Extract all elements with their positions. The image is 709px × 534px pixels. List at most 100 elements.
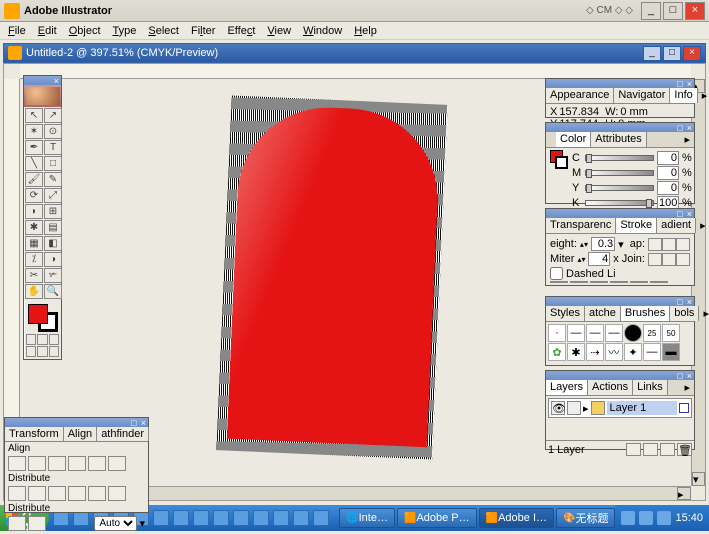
stroke-panel-menu-icon[interactable]: ▸ — [696, 218, 709, 233]
c-val[interactable]: 0 — [657, 151, 679, 165]
gradient-tool[interactable]: ◧ — [44, 236, 62, 251]
tray-icon[interactable] — [621, 511, 635, 525]
task-button[interactable]: 🟧 Adobe I… — [479, 508, 554, 528]
symbol-sprayer-tool[interactable]: ✱ — [25, 220, 43, 235]
layers-panel-menu-icon[interactable]: ▸ — [668, 380, 694, 395]
info-panel-close-icon[interactable]: × — [685, 79, 694, 88]
layer-row[interactable]: 👁 ▸ Layer 1 — [548, 398, 692, 418]
join-round-button[interactable] — [662, 253, 676, 266]
ql-icon[interactable] — [313, 510, 329, 526]
align-vcenter-button[interactable] — [88, 456, 106, 471]
doc-maximize-button[interactable]: □ — [663, 46, 681, 61]
free-transform-tool[interactable]: ⊞ — [44, 204, 62, 219]
dist-top-button[interactable] — [8, 486, 26, 501]
layer-name[interactable]: Layer 1 — [607, 401, 677, 415]
ql-icon[interactable] — [233, 510, 249, 526]
dist-vcenter-button[interactable] — [28, 486, 46, 501]
tab-actions[interactable]: Actions — [588, 380, 633, 395]
minimize-button[interactable]: _ — [641, 2, 661, 20]
tab-layers[interactable]: Layers — [546, 380, 588, 395]
color-panel-menu-icon[interactable]: ▸ — [647, 132, 694, 147]
align-top-button[interactable] — [68, 456, 86, 471]
ql-icon[interactable] — [253, 510, 269, 526]
tab-info[interactable]: Info — [670, 88, 697, 103]
visibility-icon[interactable]: 👁 — [551, 401, 565, 415]
new-sublayer-button[interactable] — [643, 443, 658, 456]
slider-c[interactable] — [585, 155, 654, 161]
direct-selection-tool[interactable]: ↗ — [44, 108, 62, 123]
dash1[interactable] — [550, 281, 568, 283]
dist-spacing-v-button[interactable] — [8, 516, 26, 531]
ql-icon[interactable] — [193, 510, 209, 526]
ql-icon[interactable] — [213, 510, 229, 526]
magic-wand-tool[interactable]: ✶ — [25, 124, 43, 139]
fill-swatch[interactable] — [28, 304, 48, 324]
tab-swatches[interactable]: atche — [585, 306, 621, 321]
tab-navigator[interactable]: Navigator — [614, 88, 670, 103]
rotate-tool[interactable]: ⟳ — [25, 188, 43, 203]
join-bevel-button[interactable] — [676, 253, 690, 266]
gap2[interactable] — [610, 281, 628, 283]
gap3[interactable] — [650, 281, 668, 283]
align-panel-close-icon[interactable]: × — [139, 418, 148, 427]
tab-links[interactable]: Links — [633, 380, 668, 395]
selection-tool[interactable]: ↖ — [25, 108, 43, 123]
tab-color[interactable]: Color — [556, 132, 591, 147]
dist-hcenter-button[interactable] — [88, 486, 106, 501]
dash3[interactable] — [630, 281, 648, 283]
styles-panel-menu-icon[interactable]: ▸ — [699, 306, 709, 321]
lasso-tool[interactable]: ⊙ — [44, 124, 62, 139]
doc-minimize-button[interactable]: _ — [643, 46, 661, 61]
warp-tool[interactable]: ◗ — [25, 204, 43, 219]
dash2[interactable] — [590, 281, 608, 283]
slice-tool[interactable]: ✂ — [25, 268, 43, 283]
screen-mode-2[interactable] — [37, 346, 47, 357]
align-left-button[interactable] — [8, 456, 26, 471]
dist-spacing-h-button[interactable] — [28, 516, 46, 531]
hand-tool[interactable]: ✋ — [25, 284, 43, 299]
dist-right-button[interactable] — [108, 486, 126, 501]
slider-m[interactable] — [585, 170, 654, 176]
color-fillstroke[interactable] — [550, 150, 568, 200]
tab-gradient[interactable]: adient — [657, 218, 696, 233]
close-button[interactable]: × — [685, 2, 705, 20]
eyedropper-tool[interactable]: ⁒ — [25, 252, 43, 267]
tab-align[interactable]: Align — [64, 427, 97, 441]
menu-window[interactable]: Window — [297, 24, 348, 38]
none-mode-button[interactable] — [49, 334, 59, 345]
task-button[interactable]: 🌐 Inte… — [339, 508, 395, 528]
canvas[interactable] — [164, 88, 474, 468]
stroke-panel-collapse-icon[interactable]: □ — [675, 209, 684, 218]
menu-select[interactable]: Select — [142, 24, 185, 38]
dist-bottom-button[interactable] — [48, 486, 66, 501]
system-tray[interactable]: 15:40 — [615, 505, 709, 531]
m-val[interactable]: 0 — [657, 166, 679, 180]
menu-help[interactable]: Help — [348, 24, 383, 38]
scroll-down-icon[interactable]: ▾ — [692, 472, 705, 486]
menu-effect[interactable]: Effect — [221, 24, 261, 38]
scroll-right-icon[interactable]: ▸ — [677, 487, 691, 500]
tab-pathfinder[interactable]: athfinder — [97, 427, 149, 441]
blend-tool[interactable]: ◑ — [44, 252, 62, 267]
panel-menu-icon[interactable]: ▸ — [698, 88, 709, 103]
ql-icon[interactable] — [173, 510, 189, 526]
menu-filter[interactable]: Filter — [185, 24, 221, 38]
tab-transform[interactable]: Transform — [5, 427, 64, 441]
delete-layer-button[interactable]: 🗑 — [677, 443, 692, 456]
task-button[interactable]: 🟧 Adobe P… — [397, 508, 477, 528]
ql-icon[interactable] — [273, 510, 289, 526]
make-clip-button[interactable] — [626, 443, 641, 456]
menu-object[interactable]: Object — [63, 24, 107, 38]
artboard[interactable] — [216, 95, 447, 459]
styles-panel-collapse-icon[interactable]: □ — [675, 297, 684, 306]
pen-tool[interactable]: ✒ — [25, 140, 43, 155]
cap-square-button[interactable] — [676, 238, 690, 251]
slider-y[interactable] — [585, 185, 654, 191]
spacing-combo[interactable]: Auto — [94, 516, 137, 531]
tab-attributes[interactable]: Attributes — [591, 132, 646, 147]
layers-panel-close-icon[interactable]: × — [685, 371, 694, 380]
zoom-tool[interactable]: 🔍 — [44, 284, 62, 299]
ql-icon[interactable] — [293, 510, 309, 526]
cap-butt-button[interactable] — [648, 238, 662, 251]
lock-icon[interactable] — [567, 401, 581, 415]
